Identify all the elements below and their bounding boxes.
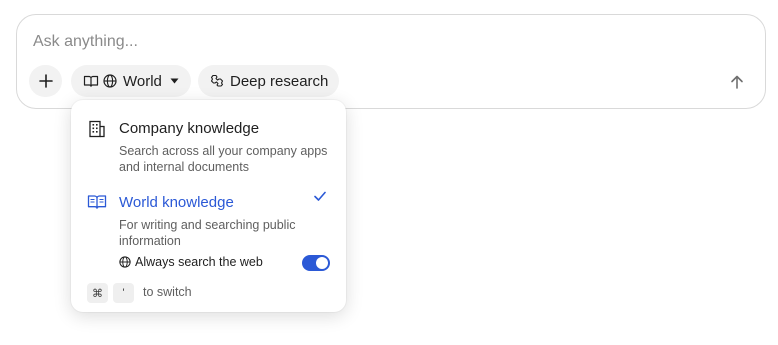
globe-icon <box>103 74 117 88</box>
option-world-knowledge[interactable]: World knowledge <box>119 194 234 211</box>
toggle-knob <box>316 257 328 269</box>
building-icon <box>88 120 106 138</box>
deep-research-label: Deep research <box>230 72 329 90</box>
composer: World Deep research <box>16 14 766 109</box>
checkmark-icon <box>314 191 326 201</box>
book-icon <box>87 194 107 210</box>
option-company-knowledge[interactable]: Company knowledge <box>119 120 259 137</box>
add-button[interactable] <box>29 65 62 97</box>
always-search-web-label: Always search the web <box>135 255 263 269</box>
switch-hint: to switch <box>143 285 192 299</box>
deep-research-icon <box>210 74 224 88</box>
source-selector-label: World <box>123 72 162 90</box>
arrow-up-icon <box>730 75 744 89</box>
always-search-web-toggle[interactable] <box>302 255 330 271</box>
option-company-knowledge-description: Search across all your company apps and … <box>119 144 328 174</box>
always-search-web-row: Always search the web <box>119 255 263 269</box>
source-selector-button[interactable]: World <box>71 65 191 97</box>
caret-down-icon <box>170 78 179 84</box>
globe-icon <box>119 256 131 268</box>
ask-input[interactable] <box>33 31 633 53</box>
option-world-knowledge-description: For writing and searching public informa… <box>119 218 296 248</box>
plus-icon <box>38 74 53 88</box>
source-menu: Company knowledge Search across all your… <box>71 100 346 312</box>
send-button[interactable] <box>725 70 749 94</box>
book-icon <box>83 74 99 88</box>
deep-research-button[interactable]: Deep research <box>198 65 339 97</box>
command-key: ⌘ <box>87 283 108 303</box>
quote-key: ' <box>113 283 134 303</box>
